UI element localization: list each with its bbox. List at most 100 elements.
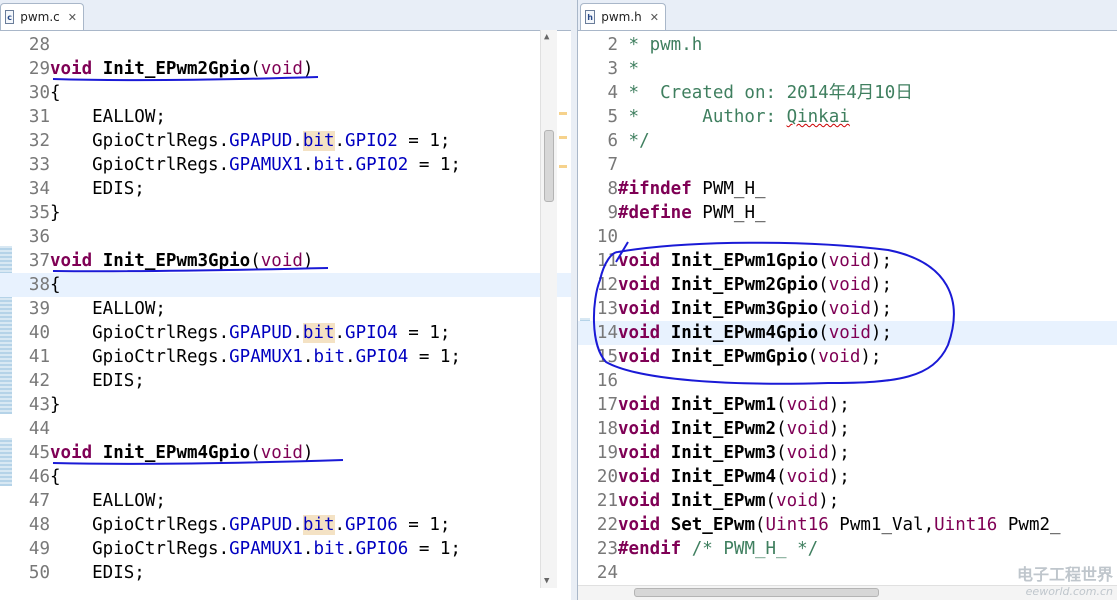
code-line[interactable]: 7: [578, 153, 1117, 177]
code-line[interactable]: 38{: [0, 273, 571, 297]
code-line[interactable]: 33 GpioCtrlRegs.GPAMUX1.bit.GPIO2 = 1;: [0, 153, 571, 177]
line-number: 22: [596, 515, 618, 535]
code-token: void: [618, 275, 661, 295]
code-line[interactable]: 49 GpioCtrlRegs.GPAMUX1.bit.GPIO6 = 1;: [0, 537, 571, 561]
line-number: 36: [28, 227, 50, 247]
code-line[interactable]: 30{: [0, 81, 571, 105]
code-line[interactable]: 46{: [0, 465, 571, 489]
code-line[interactable]: 34 EDIS;: [0, 177, 571, 201]
code-token: (: [807, 347, 819, 367]
line-number: 40: [28, 323, 50, 343]
code-line[interactable]: 37void Init_EPwm3Gpio(void): [0, 249, 571, 273]
close-icon[interactable]: ✕: [68, 11, 77, 24]
code-line[interactable]: 5 * Author: Qinkai: [578, 105, 1117, 129]
overview-marker[interactable]: [559, 136, 567, 139]
right-code-editor[interactable]: 2 * pwm.h 3 * 4 * Created on: 2014年4月10日 5 …: [578, 33, 1117, 600]
code-line[interactable]: 36: [0, 225, 571, 249]
line-number: 9: [607, 203, 618, 223]
code-line[interactable]: 13void Init_EPwm3Gpio(void);: [578, 297, 1117, 321]
overview-marker[interactable]: [559, 165, 567, 168]
code-token: void: [786, 443, 829, 463]
code-token: Init_EPwm4: [670, 467, 777, 487]
overview-marker[interactable]: [559, 112, 567, 115]
scrollbar-thumb[interactable]: [634, 588, 879, 597]
code-line[interactable]: 44: [0, 417, 571, 441]
tab-pwm-c[interactable]: c pwm.c ✕: [0, 3, 84, 30]
line-number: 44: [28, 419, 50, 439]
code-line[interactable]: 43}: [0, 393, 571, 417]
code-line[interactable]: 19void Init_EPwm3(void);: [578, 441, 1117, 465]
code-token: void: [618, 395, 661, 415]
code-line[interactable]: 35}: [0, 201, 571, 225]
code-line[interactable]: 40 GpioCtrlRegs.GPAPUD.bit.GPIO4 = 1;: [0, 321, 571, 345]
right-editor-pane[interactable]: h pwm.h ✕ 2 * pwm.h 3 * 4 * Created on: 20…: [577, 0, 1117, 600]
line-number: 7: [607, 155, 618, 175]
code-line[interactable]: 29void Init_EPwm2Gpio(void): [0, 57, 571, 81]
code-line[interactable]: 8#ifndef PWM_H_: [578, 177, 1117, 201]
code-line[interactable]: 6 */: [578, 129, 1117, 153]
code-line[interactable]: 12void Init_EPwm2Gpio(void);: [578, 273, 1117, 297]
scroll-down-icon[interactable]: ▼: [544, 576, 549, 586]
code-line[interactable]: 48 GpioCtrlRegs.GPAPUD.bit.GPIO6 = 1;: [0, 513, 571, 537]
code-line[interactable]: 50 EDIS;: [0, 561, 571, 585]
code-token: .: [345, 155, 356, 175]
line-number: 11: [596, 251, 618, 271]
code-token: bit: [313, 539, 346, 559]
code-token: );: [828, 443, 850, 463]
code-line[interactable]: 3 *: [578, 57, 1117, 81]
code-line[interactable]: 20void Init_EPwm4(void);: [578, 465, 1117, 489]
line-number: 29: [28, 59, 50, 79]
code-token: /* PWM_H_ */: [691, 539, 819, 559]
code-token: }: [50, 395, 61, 415]
code-line[interactable]: 9#define PWM_H_: [578, 201, 1117, 225]
line-number: 14: [596, 323, 618, 343]
code-token: );: [870, 275, 892, 295]
code-line[interactable]: 10: [578, 225, 1117, 249]
code-token: GPIO2: [355, 155, 409, 175]
code-line[interactable]: 21void Init_EPwm(void);: [578, 489, 1117, 513]
code-token: EALLOW;: [50, 107, 166, 127]
code-token: Init_EPwm1: [670, 395, 777, 415]
left-editor-pane[interactable]: c pwm.c ✕ 28 29void Init_EPwm2Gpio(void) 3…: [0, 0, 572, 600]
code-line[interactable]: 47 EALLOW;: [0, 489, 571, 513]
left-vertical-scrollbar[interactable]: ▲ ▼: [540, 30, 557, 588]
code-line[interactable]: 18void Init_EPwm2(void);: [578, 417, 1117, 441]
tab-pwm-h[interactable]: h pwm.h ✕: [580, 3, 666, 30]
code-line[interactable]: 41 GpioCtrlRegs.GPAMUX1.bit.GPIO4 = 1;: [0, 345, 571, 369]
code-line[interactable]: 45void Init_EPwm4Gpio(void): [0, 441, 571, 465]
code-line[interactable]: 42 EDIS;: [0, 369, 571, 393]
code-line[interactable]: 16: [578, 369, 1117, 393]
code-line[interactable]: 23#endif /* PWM_H_ */: [578, 537, 1117, 561]
code-token: .: [334, 323, 346, 343]
code-token: */: [618, 131, 650, 151]
code-line[interactable]: 11void Init_EPwm1Gpio(void);: [578, 249, 1117, 273]
line-number: 35: [28, 203, 50, 223]
code-line[interactable]: 17void Init_EPwm1(void);: [578, 393, 1117, 417]
tab-label: pwm.c: [20, 10, 60, 24]
scroll-up-icon[interactable]: ▲: [544, 32, 549, 42]
code-token: .: [292, 323, 303, 343]
code-line[interactable]: 15void Init_EPwmGpio(void);: [578, 345, 1117, 369]
close-icon[interactable]: ✕: [650, 11, 659, 24]
code-token: Init_EPwm: [670, 491, 766, 511]
code-line[interactable]: 28: [0, 33, 571, 57]
code-line[interactable]: 39 EALLOW;: [0, 297, 571, 321]
code-line[interactable]: 14void Init_EPwm4Gpio(void);: [578, 321, 1117, 345]
code-line[interactable]: 4 * Created on: 2014年4月10日: [578, 81, 1117, 105]
code-line[interactable]: 32 GpioCtrlRegs.GPAPUD.bit.GPIO2 = 1;: [0, 129, 571, 153]
code-token: );: [870, 299, 892, 319]
scrollbar-thumb[interactable]: [544, 130, 554, 202]
code-token: void: [260, 59, 303, 79]
left-code-editor[interactable]: 28 29void Init_EPwm2Gpio(void) 30{31 EALLO…: [0, 33, 571, 600]
code-line[interactable]: 2 * pwm.h: [578, 33, 1117, 57]
code-line[interactable]: 31 EALLOW;: [0, 105, 571, 129]
code-token: .: [334, 515, 346, 535]
code-token: GPIO4: [355, 347, 409, 367]
code-line[interactable]: 22void Set_EPwm(Uint16 Pwm1_Val,Uint16 P…: [578, 513, 1117, 537]
